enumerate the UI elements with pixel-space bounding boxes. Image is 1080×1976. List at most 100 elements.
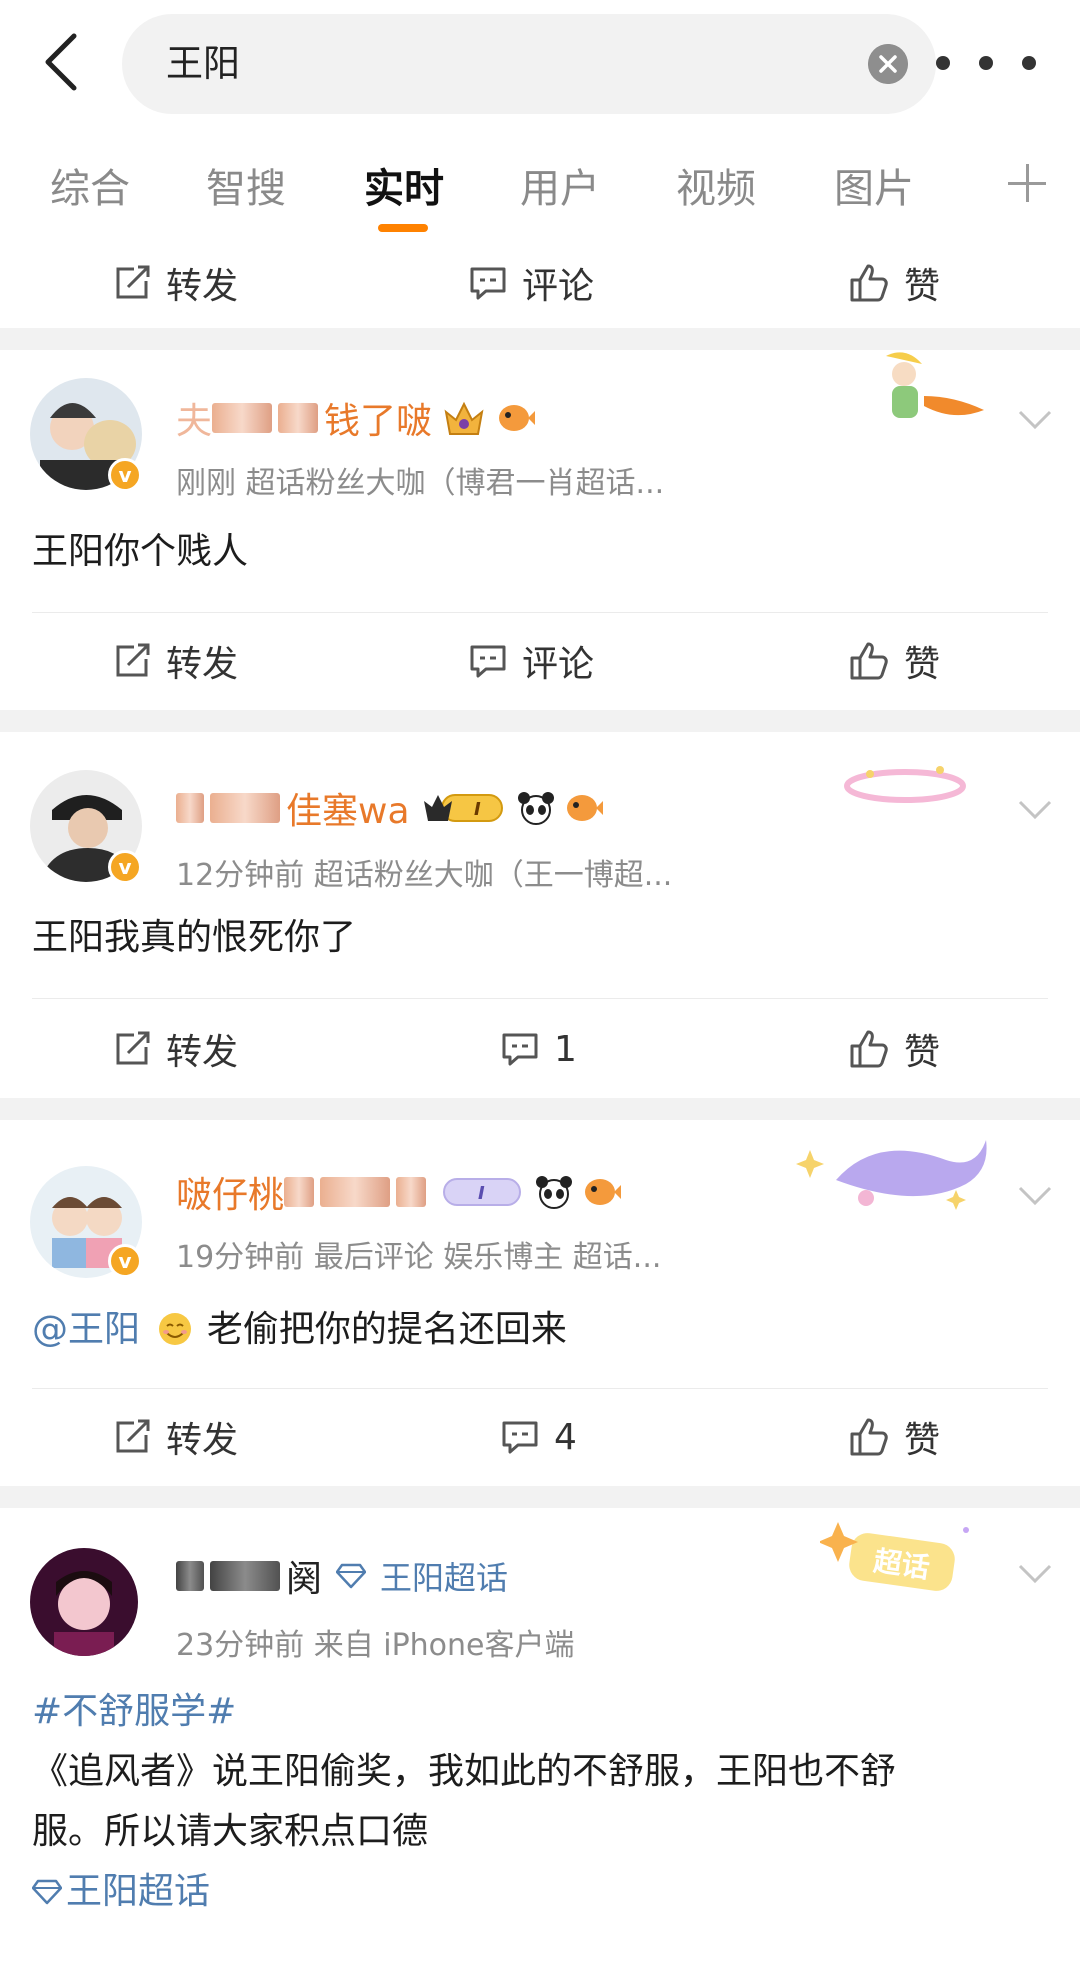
blurred-name: [212, 403, 273, 433]
halo-decoration-icon: [844, 766, 966, 803]
blurred-name: [396, 1177, 427, 1207]
post-text: @王阳 老偷把你的提名还回来: [32, 1300, 567, 1360]
post-card[interactable]: 阕 王阳超话 23分钟前 来自 iPhone客户端 超话 #不舒服学# 《追风者…: [0, 1508, 1080, 1976]
verified-badge-icon: v: [108, 458, 142, 492]
tab-comprehensive[interactable]: 综合: [50, 156, 130, 214]
comment-label: 评论: [522, 266, 595, 307]
chevron-down-icon[interactable]: [1018, 1564, 1052, 1584]
post-meta: 刚刚 超话粉丝大咖（博君一肖超话...: [176, 466, 665, 501]
blurred-name: [176, 793, 204, 823]
like-button[interactable]: 赞: [848, 1392, 940, 1482]
action-bar: 转发 评论 赞: [0, 616, 1080, 706]
comment-count: 4: [554, 1416, 577, 1458]
like-icon: [850, 264, 888, 302]
like-icon: [850, 642, 888, 680]
repost-label: 转发: [166, 644, 239, 685]
comment-button[interactable]: 1: [500, 1004, 577, 1094]
little-prince-decoration-icon: [886, 352, 984, 418]
repost-button[interactable]: 转发: [112, 238, 238, 328]
like-label: 赞: [904, 1032, 941, 1073]
like-label: 赞: [904, 266, 941, 307]
comment-icon: [502, 1033, 538, 1066]
repost-label: 转发: [166, 1032, 239, 1073]
divider: [32, 1388, 1048, 1389]
pufferfish-badge-icon: [566, 795, 603, 821]
svg-text:I: I: [478, 1183, 485, 1204]
tab-users[interactable]: 用户: [520, 156, 600, 214]
comment-button[interactable]: 4: [500, 1392, 577, 1482]
more-options-icon[interactable]: [936, 50, 1036, 76]
svg-text:I: I: [474, 799, 481, 820]
crown-badge-icon: [444, 401, 484, 435]
username[interactable]: 啵仔桃 I: [176, 1164, 622, 1220]
post-meta: 12分钟前 超话粉丝大咖（王一博超...: [176, 858, 673, 893]
repost-button[interactable]: 转发: [112, 1392, 238, 1482]
post-text: 王阳我真的恨死你了: [32, 917, 357, 958]
like-button[interactable]: 赞: [848, 1004, 940, 1094]
separator: [0, 1098, 1080, 1120]
tab-images[interactable]: 图片: [834, 156, 914, 214]
like-label: 赞: [904, 1420, 941, 1461]
verified-badge-icon: v: [108, 1244, 142, 1278]
search-input[interactable]: 王阳: [122, 14, 936, 114]
username[interactable]: 佳塞wa I: [176, 780, 604, 836]
comment-count: 1: [554, 1028, 577, 1070]
top-bar: 王阳: [0, 0, 1080, 128]
like-icon: [850, 1418, 888, 1456]
active-tab-indicator: [378, 224, 428, 232]
repost-button[interactable]: 转发: [112, 1004, 238, 1094]
panda-badge-icon: [517, 792, 554, 825]
post-meta: 23分钟前 来自 iPhone客户端: [176, 1628, 575, 1663]
like-button[interactable]: 赞: [848, 616, 940, 706]
separator: [0, 1486, 1080, 1508]
separator: [0, 328, 1080, 350]
smile-emoji-icon: [159, 1313, 192, 1345]
blurred-name: [320, 1177, 391, 1207]
search-query[interactable]: 王阳: [166, 14, 240, 114]
mention-link[interactable]: @王阳: [32, 1309, 140, 1350]
tab-smart-search[interactable]: 智搜: [206, 156, 286, 214]
repost-icon: [116, 1419, 150, 1453]
comment-icon: [470, 267, 506, 300]
divider: [32, 612, 1048, 613]
divider: [32, 998, 1048, 999]
back-arrow-icon[interactable]: [40, 30, 84, 94]
diamond-icon: [336, 1563, 367, 1589]
comment-icon: [502, 1421, 538, 1454]
tab-videos[interactable]: 视频: [676, 156, 756, 214]
like-icon: [850, 1030, 888, 1068]
blurred-name: [176, 1561, 204, 1591]
separator: [0, 710, 1080, 732]
blurred-name: [210, 1561, 280, 1591]
blurred-name: [210, 793, 280, 823]
blurred-name: [278, 403, 319, 433]
repost-label: 转发: [166, 266, 239, 307]
topic-link-label: 王阳超话: [66, 1871, 211, 1912]
whale-decoration-icon: [796, 1140, 987, 1210]
topic-link[interactable]: 王阳超话: [32, 1862, 210, 1922]
repost-button[interactable]: 转发: [112, 616, 238, 706]
avatar[interactable]: [30, 1548, 138, 1656]
like-button[interactable]: 赞: [848, 238, 940, 328]
repost-icon: [116, 1031, 150, 1065]
supertopic-sticker-icon: 超话: [820, 1522, 969, 1591]
add-tab-icon[interactable]: [1008, 164, 1046, 202]
repost-icon: [116, 643, 150, 677]
comment-button[interactable]: 评论: [468, 616, 594, 706]
chevron-down-icon[interactable]: [1018, 800, 1052, 820]
pufferfish-badge-icon: [499, 405, 536, 431]
tab-realtime[interactable]: 实时: [364, 156, 444, 214]
username[interactable]: 夫 钱了啵: [176, 390, 536, 446]
username[interactable]: 阕 王阳超话: [176, 1548, 508, 1604]
chevron-down-icon[interactable]: [1018, 410, 1052, 430]
hashtag-link[interactable]: #不舒服学#: [32, 1682, 236, 1742]
post-text: 王阳你个贱人: [32, 531, 249, 572]
chevron-down-icon[interactable]: [1018, 1186, 1052, 1206]
comment-button[interactable]: 评论: [468, 238, 594, 328]
blurred-name: [284, 1177, 315, 1207]
panda-badge-icon: [536, 1176, 573, 1209]
diamond-icon: [32, 1879, 62, 1905]
action-bar: 转发 1 赞: [0, 1004, 1080, 1094]
supertopic-link[interactable]: 王阳超话: [380, 1553, 508, 1599]
clear-search-icon[interactable]: [868, 44, 908, 84]
